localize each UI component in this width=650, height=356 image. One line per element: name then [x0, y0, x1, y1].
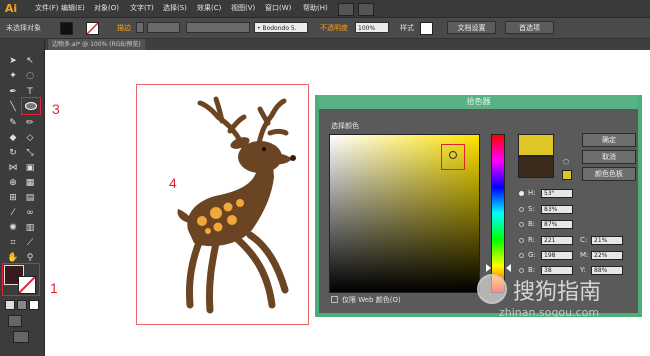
- b-radio[interactable]: [519, 222, 524, 227]
- scale-tool-icon[interactable]: ⤡: [23, 147, 37, 159]
- menu-window[interactable]: 窗口(W): [265, 0, 291, 17]
- blend-tool-icon[interactable]: ∞: [23, 207, 37, 219]
- preferences-button[interactable]: 首选项: [505, 21, 554, 34]
- annotation-1: 1: [50, 280, 58, 296]
- annotation-4: 4: [169, 175, 177, 191]
- pencil-tool-icon[interactable]: ✏: [23, 117, 37, 129]
- document-setup-button[interactable]: 文档设置: [447, 21, 496, 34]
- h-field[interactable]: 53°: [541, 189, 573, 198]
- gradient-tool-icon[interactable]: ▤: [23, 192, 37, 204]
- g-label: G:: [528, 251, 536, 259]
- color-picker-title: 拾色器: [319, 95, 638, 109]
- paintbrush-tool-icon[interactable]: ✎: [6, 117, 20, 129]
- rotate-tool-icon[interactable]: ↻: [6, 147, 20, 159]
- color-mode-button[interactable]: [5, 300, 15, 310]
- selection-status: 未选择对象: [6, 24, 41, 32]
- blob-brush-tool-icon[interactable]: ◆: [6, 132, 20, 144]
- style-swatch[interactable]: [420, 22, 433, 35]
- cursor-highlight: [441, 144, 465, 170]
- none-mode-button[interactable]: [29, 300, 39, 310]
- m-label: M:: [580, 251, 589, 259]
- menu-effect[interactable]: 效果(C): [197, 0, 221, 17]
- gradient-mode-button[interactable]: [17, 300, 27, 310]
- screen-mode-icon[interactable]: [13, 331, 29, 343]
- s-radio[interactable]: [519, 207, 524, 212]
- r-radio[interactable]: [519, 238, 524, 243]
- opacity-field[interactable]: 100%: [355, 22, 389, 33]
- shape-builder-tool-icon[interactable]: ⊕: [6, 177, 20, 189]
- menu-view[interactable]: 视图(V): [231, 0, 255, 17]
- h-label: H:: [528, 189, 536, 197]
- eyedropper-tool-icon[interactable]: ⁄: [6, 207, 20, 219]
- sogou-logo-icon: [477, 274, 507, 304]
- c-label: C:: [580, 236, 588, 244]
- fill-swatch[interactable]: [60, 22, 73, 35]
- stroke-weight-field[interactable]: [147, 22, 180, 33]
- b-field[interactable]: 87%: [541, 220, 573, 229]
- m-field[interactable]: 22%: [591, 251, 623, 260]
- h-radio[interactable]: [519, 191, 524, 196]
- r-field[interactable]: 221: [541, 236, 573, 245]
- magic-wand-tool-icon[interactable]: ✦: [6, 70, 20, 82]
- s-field[interactable]: 83%: [541, 205, 573, 214]
- draw-mode-icon[interactable]: [8, 315, 22, 327]
- menu-type[interactable]: 文字(T): [130, 0, 154, 17]
- opacity-label[interactable]: 不透明度: [320, 18, 348, 38]
- direct-selection-tool-icon[interactable]: ↖: [23, 55, 37, 67]
- document-tab[interactable]: 边物多.ai* @ 100% (RGB/预览): [48, 39, 145, 50]
- free-transform-tool-icon[interactable]: ▣: [23, 162, 37, 174]
- gamut-swatch[interactable]: [562, 170, 572, 180]
- annotation-3: 3: [52, 101, 60, 117]
- menu-edit[interactable]: 编辑(E): [61, 0, 85, 17]
- width-tool-icon[interactable]: ⋈: [6, 162, 20, 174]
- style-label: 样式: [400, 24, 414, 32]
- web-only-checkbox[interactable]: [331, 296, 338, 303]
- column-graph-tool-icon[interactable]: ▥: [23, 222, 37, 234]
- s-label: S:: [528, 205, 535, 213]
- stroke-stepper[interactable]: [136, 22, 144, 33]
- ellipse-tool-icon[interactable]: [25, 102, 37, 110]
- r-label: R:: [528, 236, 536, 244]
- arrange-icon[interactable]: [358, 3, 374, 16]
- menu-file[interactable]: 文件(F): [35, 0, 59, 17]
- perspective-grid-tool-icon[interactable]: ▦: [23, 177, 37, 189]
- artboard-tool-icon[interactable]: ⌗: [6, 237, 20, 249]
- sogou-watermark: 搜狗指南 zhinan.sogou.com: [475, 270, 645, 330]
- variable-width-dropdown[interactable]: [186, 22, 250, 33]
- web-only-label: 仅限 Web 颜色(O): [342, 296, 401, 304]
- symbol-sprayer-tool-icon[interactable]: ✺: [6, 222, 20, 234]
- menu-help[interactable]: 帮助(H): [303, 0, 328, 17]
- ok-button[interactable]: 确定: [582, 133, 636, 147]
- select-color-label: 选择颜色: [331, 122, 359, 130]
- cancel-button[interactable]: 取消: [582, 150, 636, 164]
- gamut-cube-icon[interactable]: ⬡: [563, 158, 570, 166]
- stroke-label[interactable]: 描边: [117, 18, 131, 38]
- color-swatches-button[interactable]: 颜色色板: [582, 167, 636, 181]
- deer-illustration[interactable]: [160, 95, 310, 320]
- c-field[interactable]: 21%: [591, 236, 623, 245]
- bridge-icon[interactable]: [338, 3, 354, 16]
- fill-stroke-highlight: [2, 263, 40, 296]
- brush-dropdown[interactable]: • Bodondo 5.: [254, 22, 308, 33]
- g-radio[interactable]: [519, 253, 524, 258]
- g-field[interactable]: 198: [541, 251, 573, 260]
- selection-tool-icon[interactable]: ➤: [6, 55, 20, 67]
- app-logo: Ai: [4, 2, 18, 15]
- line-tool-icon[interactable]: ╲: [6, 101, 20, 113]
- slice-tool-icon[interactable]: ⟋: [23, 237, 37, 249]
- old-color-preview: [518, 156, 554, 178]
- b-label: B:: [528, 220, 536, 228]
- mesh-tool-icon[interactable]: ⊞: [6, 192, 20, 204]
- watermark-brand: 搜狗指南: [513, 280, 602, 305]
- eraser-tool-icon[interactable]: ◇: [23, 132, 37, 144]
- menu-object[interactable]: 对象(O): [94, 0, 119, 17]
- menu-select[interactable]: 选择(S): [163, 0, 187, 17]
- watermark-url: zhinan.sogou.com: [499, 306, 600, 319]
- lasso-tool-icon[interactable]: ◌: [23, 70, 37, 82]
- stroke-swatch[interactable]: [86, 22, 99, 35]
- new-color-preview: [518, 134, 554, 156]
- pen-tool-icon[interactable]: ✒: [6, 86, 20, 98]
